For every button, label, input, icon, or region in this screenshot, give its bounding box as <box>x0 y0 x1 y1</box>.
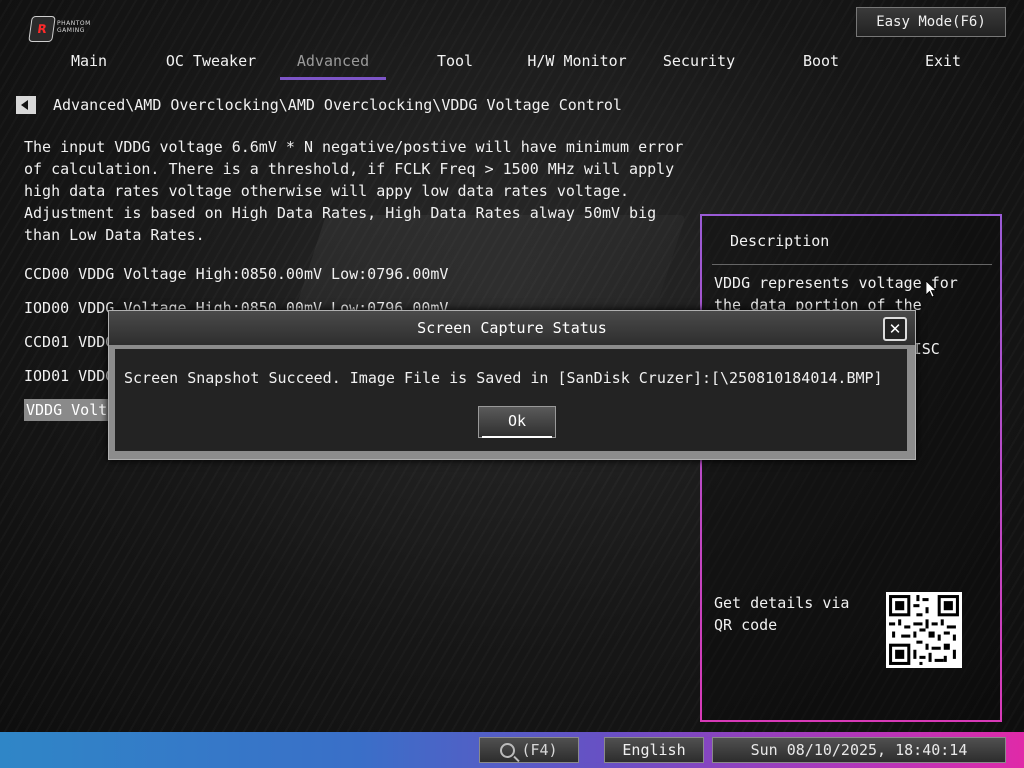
tab-exit[interactable]: Exit <box>882 50 1004 80</box>
breadcrumb: Advanced\AMD Overclocking\AMD Overclocki… <box>53 96 622 114</box>
tab-tool[interactable]: Tool <box>394 50 516 80</box>
tab-boot[interactable]: Boot <box>760 50 882 80</box>
tab-main[interactable]: Main <box>28 50 150 80</box>
setting-vddg-voltage-selected[interactable]: VDDG Volta <box>24 399 119 421</box>
search-shortcut-label: (F4) <box>521 741 558 759</box>
tab-hw-monitor[interactable]: H/W Monitor <box>516 50 638 80</box>
dialog-message: Screen Snapshot Succeed. Image File is S… <box>124 369 883 387</box>
logo-text: PHANTOM GAMING <box>57 20 91 34</box>
tab-advanced[interactable]: Advanced <box>272 50 394 80</box>
setting-iod01-vddg-voltage[interactable]: IOD01 VDDG <box>24 365 114 387</box>
setting-ccd00-vddg-voltage[interactable]: CCD00 VDDG Voltage High:0850.00mV Low:07… <box>24 263 448 285</box>
logo-icon: R <box>28 16 56 42</box>
easy-mode-button[interactable]: Easy Mode(F6) <box>856 7 1006 37</box>
close-icon[interactable]: ✕ <box>883 317 907 341</box>
help-text: The input VDDG voltage 6.6mV * N negativ… <box>24 138 684 244</box>
tab-security[interactable]: Security <box>638 50 760 80</box>
description-panel: Description VDDG represents voltage for … <box>700 214 1002 722</box>
ok-button[interactable]: Ok <box>478 406 556 438</box>
datetime-display[interactable]: Sun 08/10/2025, 18:40:14 <box>712 737 1006 763</box>
brand-logo: R PHANTOM GAMING <box>28 16 110 44</box>
language-button[interactable]: English <box>604 737 704 763</box>
back-arrow-icon[interactable] <box>16 96 36 114</box>
search-icon <box>500 742 516 758</box>
description-divider <box>712 264 992 265</box>
search-button[interactable]: (F4) <box>479 737 579 763</box>
status-bar: (F4) English Sun 08/10/2025, 18:40:14 <box>0 732 1024 768</box>
main-tabs: Main OC Tweaker Advanced Tool H/W Monito… <box>28 50 996 80</box>
tab-oc-tweaker[interactable]: OC Tweaker <box>150 50 272 80</box>
dialog-body: Screen Snapshot Succeed. Image File is S… <box>115 349 907 451</box>
screen-capture-dialog: Screen Capture Status ✕ Screen Snapshot … <box>108 310 916 460</box>
description-title: Description <box>730 232 830 250</box>
qr-code-icon <box>886 592 962 668</box>
dialog-title: Screen Capture Status <box>109 311 915 345</box>
qr-label: Get details via QR code <box>714 594 850 634</box>
